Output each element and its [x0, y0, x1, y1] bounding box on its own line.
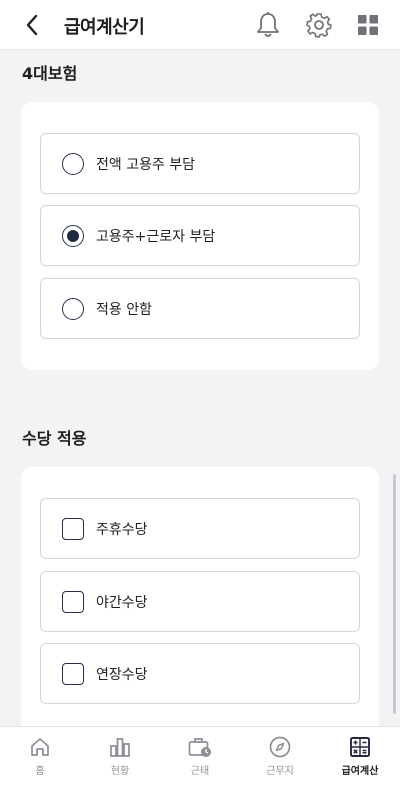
checkbox[interactable] — [62, 663, 84, 685]
bar-chart-icon — [110, 738, 130, 757]
page-title: 급여계산기 — [64, 17, 145, 38]
insurance-card: 전액 고용주 부담 고용주+근로자 부담 적용 안함 — [21, 102, 379, 370]
app-header: 급여계산기 — [0, 0, 400, 50]
tab-home[interactable]: 홈 — [0, 727, 80, 785]
option-label: 전액 고용주 부담 — [96, 157, 196, 173]
briefcase-clock-icon — [188, 738, 211, 757]
tab-status[interactable]: 현황 — [80, 727, 160, 785]
scrollbar[interactable] — [393, 474, 396, 714]
compass-icon — [269, 736, 291, 758]
calculator-icon — [350, 737, 370, 757]
home-icon — [31, 738, 49, 756]
allowance-section-title: 수당 적용 — [22, 429, 87, 448]
tab-label: 근태 — [190, 766, 210, 777]
tab-workplace[interactable]: 근무지 — [240, 727, 320, 785]
insurance-option-shared[interactable]: 고용주+근로자 부담 — [40, 205, 360, 266]
bell-icon[interactable] — [254, 11, 282, 39]
gear-icon[interactable] — [305, 11, 333, 39]
radio-button-selected[interactable] — [62, 225, 84, 247]
option-label: 야간수당 — [96, 595, 148, 611]
tab-label: 홈 — [35, 766, 45, 777]
checkbox[interactable] — [62, 518, 84, 540]
insurance-option-none[interactable]: 적용 안함 — [40, 278, 360, 339]
option-label: 주휴수당 — [96, 522, 148, 538]
checkbox[interactable] — [62, 591, 84, 613]
tab-label: 근무지 — [266, 766, 294, 777]
option-label: 고용주+근로자 부담 — [96, 229, 216, 245]
radio-button[interactable] — [62, 153, 84, 175]
insurance-section-title: 4대보험 — [22, 64, 78, 83]
bottom-tab-bar: 홈 현황 근태 근무지 급여계산 — [0, 726, 400, 785]
allowance-option-weekly[interactable]: 주휴수당 — [40, 498, 360, 559]
allowance-option-night[interactable]: 야간수당 — [40, 571, 360, 632]
insurance-option-full-employer[interactable]: 전액 고용주 부담 — [40, 133, 360, 194]
tab-label: 현황 — [110, 766, 130, 777]
tab-label: 급여계산 — [341, 766, 379, 777]
tab-attendance[interactable]: 근태 — [160, 727, 240, 785]
allowance-card: 주휴수당 야간수당 연장수당 — [21, 467, 379, 726]
radio-button[interactable] — [62, 298, 84, 320]
tab-payroll[interactable]: 급여계산 — [320, 727, 400, 785]
back-arrow-icon[interactable] — [20, 13, 44, 37]
allowance-option-overtime[interactable]: 연장수당 — [40, 643, 360, 704]
option-label: 연장수당 — [96, 667, 148, 683]
content-area[interactable]: 4대보험 전액 고용주 부담 고용주+근로자 부담 적용 안함 수당 적용 주휴… — [0, 50, 400, 726]
grid-icon[interactable] — [354, 11, 382, 39]
option-label: 적용 안함 — [96, 302, 152, 318]
